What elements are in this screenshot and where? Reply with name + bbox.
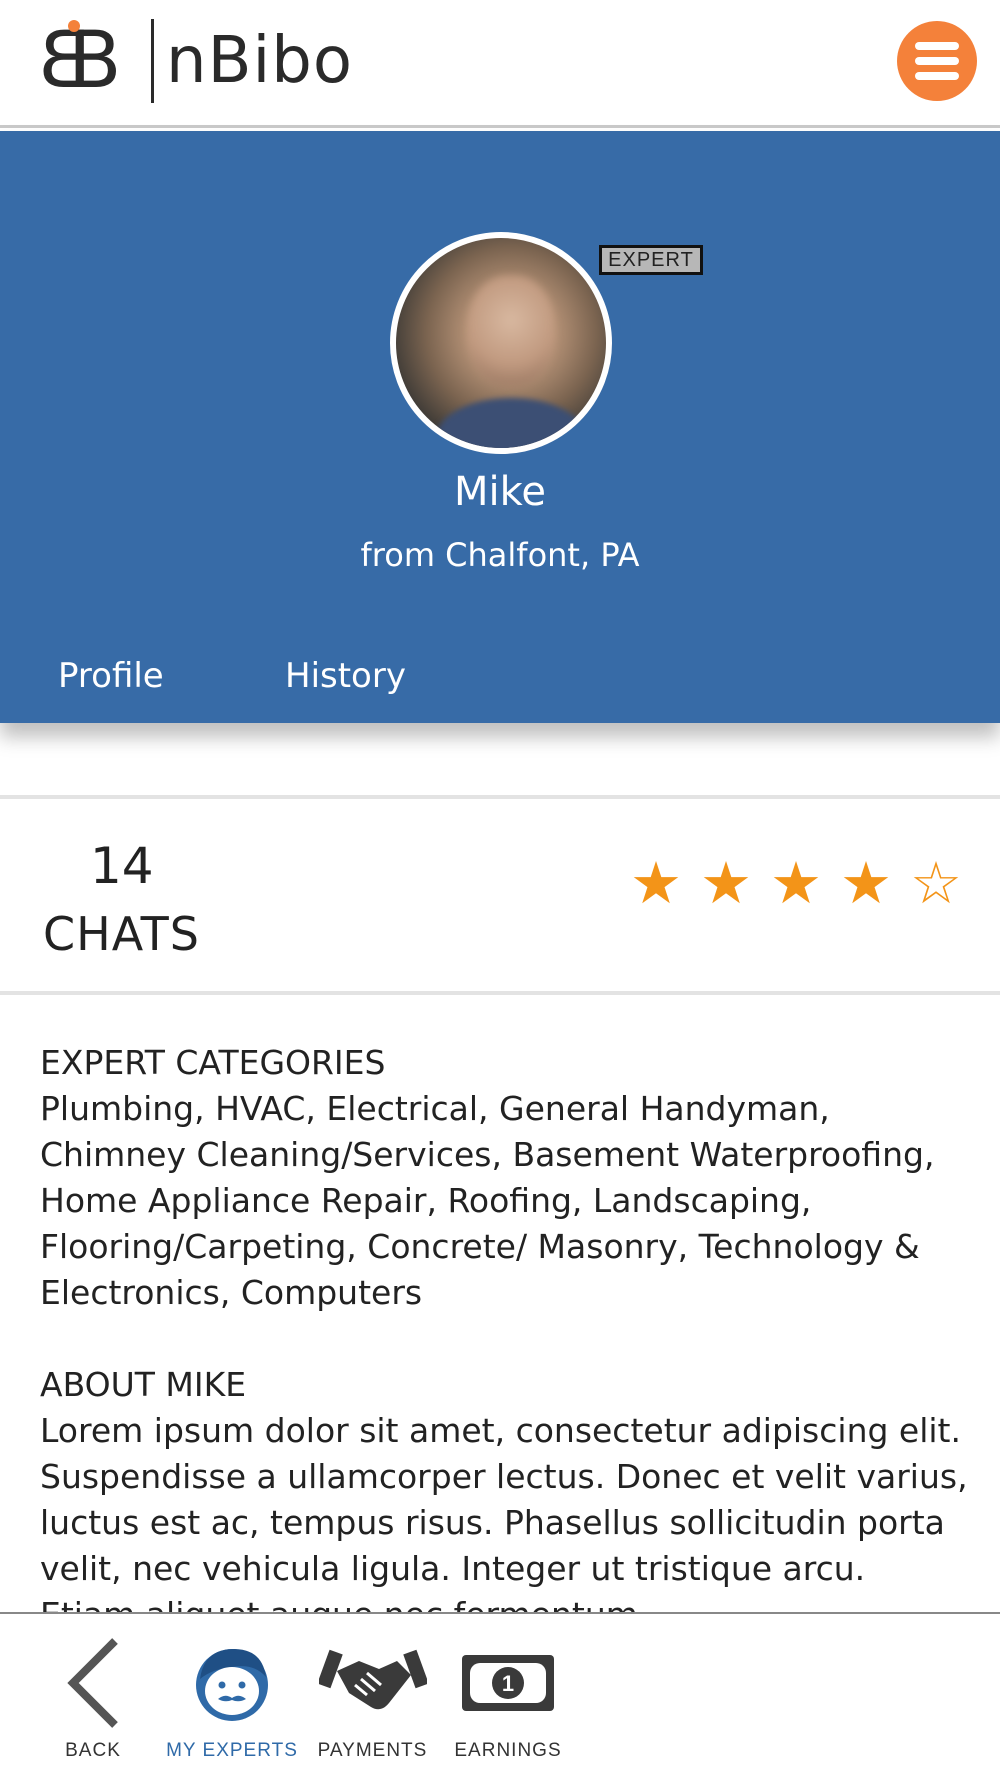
categories-text: Plumbing, HVAC, Electrical, General Hand… — [40, 1089, 935, 1312]
expert-name: Mike — [454, 469, 546, 515]
brand-name: nBibo — [166, 24, 354, 98]
nav-my-experts-label: MY EXPERTS — [166, 1740, 298, 1761]
tab-history[interactable]: History — [285, 656, 406, 696]
nav-my-experts[interactable]: MY EXPERTS — [162, 1614, 302, 1778]
stats-panel: 14 CHATS ★ ★ ★ ★ ☆ — [0, 795, 1000, 995]
nav-back[interactable]: BACK — [48, 1614, 138, 1778]
bottom-nav: BACK MY EXPERTS PAYMENTS 1 EARNINGS — [0, 1612, 1000, 1778]
banknote-icon: 1 — [460, 1628, 556, 1738]
about-text: Lorem ipsum dolor sit amet, consectetur … — [40, 1411, 968, 1612]
hamburger-menu-icon[interactable] — [897, 21, 977, 101]
expert-badge: EXPERT — [599, 245, 703, 275]
star-filled-icon: ★ — [840, 849, 892, 917]
app-header: BB nBibo — [0, 0, 1000, 128]
chats-count: 14 — [90, 837, 154, 895]
handshake-icon — [318, 1628, 427, 1738]
nav-back-label: BACK — [65, 1740, 121, 1761]
about-title: ABOUT MIKE — [40, 1365, 247, 1404]
expert-face-icon — [190, 1628, 274, 1738]
star-rating: ★ ★ ★ ★ ☆ — [628, 854, 964, 912]
expert-location: from Chalfont, PA — [360, 536, 640, 574]
profile-banner: EXPERT Mike from Chalfont, PA Profile Hi… — [0, 131, 1000, 723]
star-empty-icon: ☆ — [910, 849, 962, 917]
bb-logo-icon: BB — [38, 16, 122, 106]
chevron-left-icon — [63, 1628, 123, 1738]
chats-label: CHATS — [43, 907, 200, 961]
tab-profile[interactable]: Profile — [58, 656, 164, 696]
nav-earnings-label: EARNINGS — [454, 1740, 562, 1761]
star-filled-icon: ★ — [630, 849, 682, 917]
nav-payments[interactable]: PAYMENTS — [310, 1614, 435, 1778]
star-filled-icon: ★ — [700, 849, 752, 917]
avatar — [390, 232, 612, 454]
nav-earnings[interactable]: 1 EARNINGS — [448, 1614, 568, 1778]
svg-text:1: 1 — [502, 1671, 514, 1696]
star-filled-icon: ★ — [770, 849, 822, 917]
logo-divider — [151, 19, 154, 103]
profile-details-scroll[interactable]: EXPERT CATEGORIES Plumbing, HVAC, Electr… — [0, 1000, 1000, 1612]
nav-payments-label: PAYMENTS — [317, 1740, 428, 1761]
categories-title: EXPERT CATEGORIES — [40, 1043, 386, 1082]
brand-logo[interactable]: BB nBibo — [38, 16, 354, 106]
profile-details: EXPERT CATEGORIES Plumbing, HVAC, Electr… — [40, 1040, 970, 1612]
